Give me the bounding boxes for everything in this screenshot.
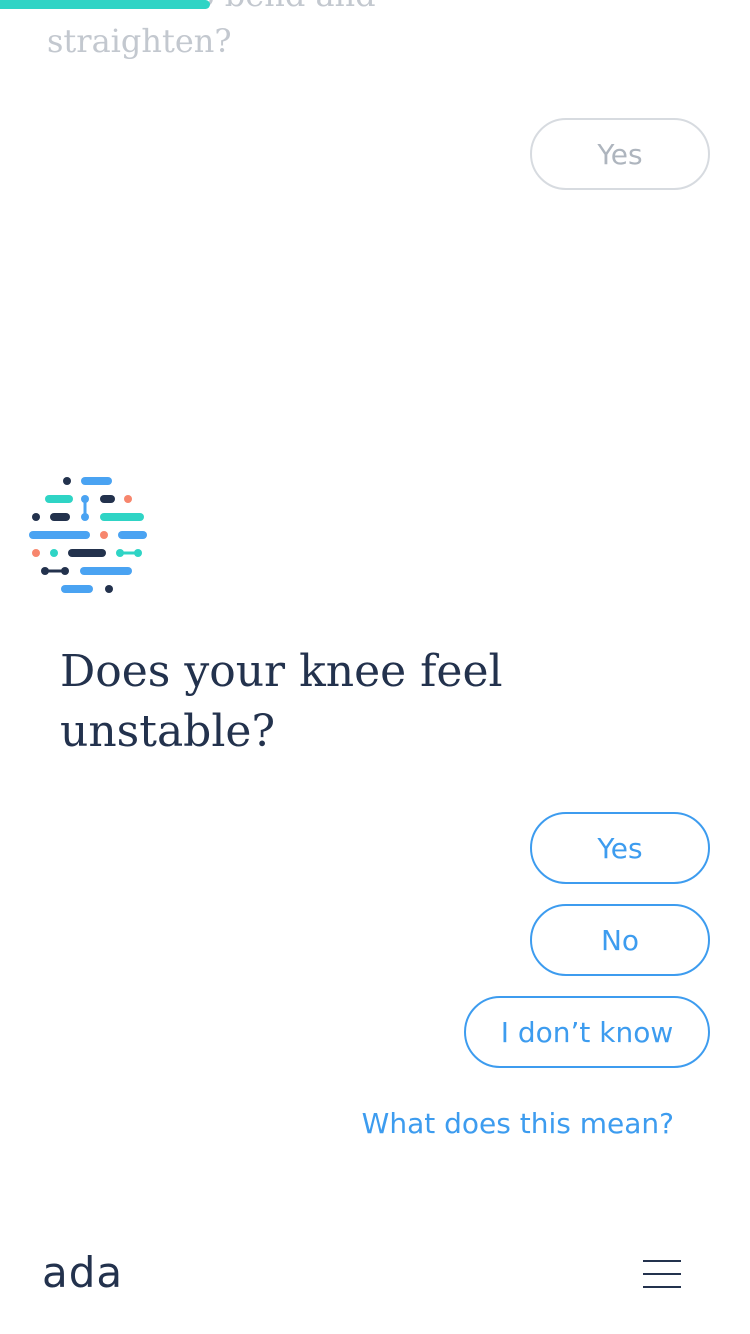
what-does-this-mean-link[interactable]: What does this mean? xyxy=(362,1104,674,1144)
ada-dots-logo-icon xyxy=(29,477,147,593)
progress-bar xyxy=(0,0,210,9)
menu-line xyxy=(643,1286,681,1288)
previous-question: difficult to bend and straighten? xyxy=(47,0,376,60)
previous-answer-yes-button[interactable]: Yes xyxy=(530,118,710,190)
hamburger-menu-icon[interactable] xyxy=(636,1250,688,1298)
answer-yes-button[interactable]: Yes xyxy=(530,812,710,884)
menu-line xyxy=(643,1260,681,1262)
menu-line xyxy=(643,1273,681,1275)
answer-dont-know-button[interactable]: I don’t know xyxy=(464,996,710,1068)
ada-brand-logo: ada xyxy=(42,1248,124,1297)
question-text: Does your knee feel unstable? xyxy=(60,646,503,757)
answer-no-button[interactable]: No xyxy=(530,904,710,976)
